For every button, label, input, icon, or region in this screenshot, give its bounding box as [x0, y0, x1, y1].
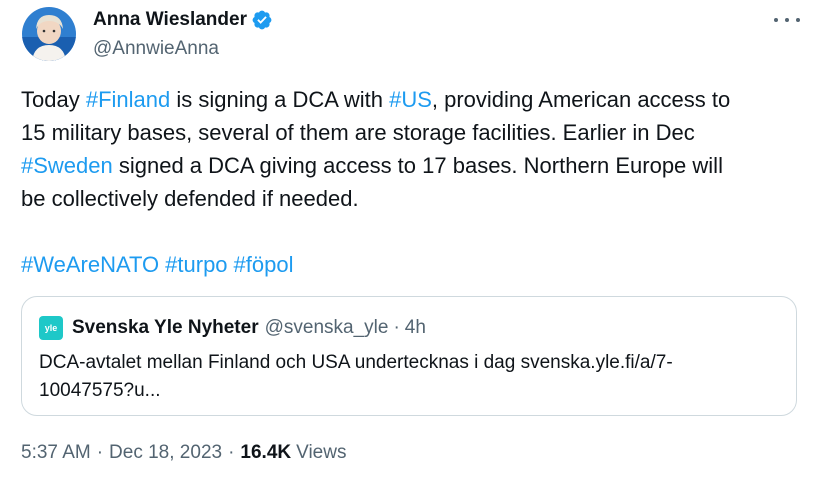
tweet-text-line: be collectively defended if needed.	[21, 182, 811, 215]
quoted-author-handle: @svenska_yle	[264, 317, 389, 338]
yle-logo-icon: yle	[39, 316, 63, 340]
quoted-text-line: DCA-avtalet mellan Finland och USA under…	[39, 352, 673, 373]
more-dot	[796, 18, 800, 22]
quoted-tweet[interactable]: yle Svenska Yle Nyheter @svenska_yle · 4…	[21, 296, 797, 416]
quoted-tweet-header: yle Svenska Yle Nyheter @svenska_yle · 4…	[39, 316, 426, 340]
views-count: 16.4K	[240, 442, 292, 463]
text-segment: 15 military bases, several of them are s…	[21, 120, 695, 145]
text-segment: signed a DCA giving access to 17 bases. …	[112, 153, 723, 178]
author-handle[interactable]: @AnnwieAnna	[93, 38, 273, 60]
verified-badge-icon[interactable]	[251, 9, 273, 31]
text-segment: Today	[21, 87, 86, 112]
hashtags: #WeAreNATO #turpo #föpol	[21, 248, 294, 281]
tweet-time[interactable]: 5:37 AM	[21, 442, 91, 464]
author-info: Anna Wieslander @AnnwieAnna	[93, 8, 273, 60]
tweet-text: Today #Finland is signing a DCA with #US…	[21, 83, 811, 215]
tweet-meta: 5:37 AM · Dec 18, 2023 · 16.4K Views	[21, 442, 346, 464]
author-name[interactable]: Anna Wieslander	[93, 9, 247, 31]
quoted-author-name: Svenska Yle Nyheter	[72, 317, 259, 338]
tweet-text-line: 15 military bases, several of them are s…	[21, 116, 811, 149]
quoted-time: 4h	[404, 317, 426, 338]
text-segment: , providing American access to	[431, 87, 731, 112]
hashtag-link[interactable]: #WeAreNATO	[21, 252, 159, 277]
tweet-date[interactable]: Dec 18, 2023	[109, 442, 222, 464]
author-name-row: Anna Wieslander	[93, 8, 273, 32]
more-dot	[785, 18, 789, 22]
meta-separator: ·	[96, 442, 104, 463]
tweet-text-line: #Sweden signed a DCA giving access to 17…	[21, 149, 811, 182]
hashtag-link[interactable]: #Sweden	[21, 153, 113, 178]
more-options-icon[interactable]	[774, 10, 800, 30]
hashtag-link[interactable]: #turpo	[165, 252, 227, 277]
hashtag-link[interactable]: #Finland	[86, 87, 170, 112]
hashtag-link[interactable]: #US	[389, 87, 432, 112]
text-segment: is signing a DCA with	[170, 87, 390, 112]
text-segment: be collectively defended if needed.	[21, 186, 359, 211]
yle-logo-text: yle	[44, 323, 58, 333]
quoted-text-line: 10047575?u...	[39, 380, 161, 401]
quoted-separator: ·	[393, 317, 400, 338]
views-label: Views	[296, 442, 347, 463]
hashtag-link[interactable]: #föpol	[234, 252, 294, 277]
tweet-text-line: Today #Finland is signing a DCA with #US…	[21, 83, 811, 116]
avatar[interactable]	[22, 7, 76, 61]
avatar-image	[22, 7, 76, 61]
more-dot	[774, 18, 778, 22]
meta-separator: ·	[228, 442, 235, 463]
quoted-tweet-text: DCA-avtalet mellan Finland och USA under…	[39, 349, 779, 405]
